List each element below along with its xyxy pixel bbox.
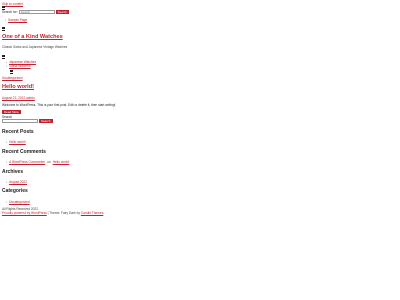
sidebar-search-form: Search xyxy=(2,119,53,123)
nav-item-sample-page: Sample Page xyxy=(5,18,27,22)
post-category-link[interactable]: Uncategorized xyxy=(2,76,23,80)
nav-link-swiss-watches[interactable]: Swiss Watches xyxy=(9,64,31,68)
secondary-nav: Japanese Watches Swiss Watches xyxy=(6,60,36,68)
category-link[interactable]: Uncategorized xyxy=(9,200,30,204)
comment-author-link[interactable]: A WordPress Commenter xyxy=(9,160,45,164)
search-label: Search for: xyxy=(2,10,18,14)
submenu-toggle-icon[interactable] xyxy=(10,70,13,74)
site-title: One of a Kind Watches xyxy=(2,34,63,41)
menu-toggle-icon[interactable] xyxy=(2,55,5,59)
sidebar-search-button[interactable]: Search xyxy=(39,119,53,123)
archive-item: August 2022 xyxy=(6,180,27,184)
theme-author-link[interactable]: Candid Themes xyxy=(81,211,103,215)
footer-end: . xyxy=(103,211,105,215)
site-tagline: Classic Swiss and Japanese Vintage Watch… xyxy=(2,45,68,49)
archives-title: Archives xyxy=(2,169,24,175)
header-search-form: Search for: Search xyxy=(2,10,70,14)
footer-separator: | Theme: Fairy Dark by xyxy=(46,211,81,215)
site-title-link[interactable]: One of a Kind Watches xyxy=(2,34,63,40)
header-search-button[interactable]: Search xyxy=(55,10,70,14)
category-item: Uncategorized xyxy=(6,200,30,204)
read-more-button[interactable]: Read More xyxy=(2,110,21,114)
skip-to-content-link[interactable]: Skip to content xyxy=(2,2,23,6)
archive-link[interactable]: August 2022 xyxy=(9,180,27,184)
nav-link-sample-page[interactable]: Sample Page xyxy=(8,18,27,22)
post-title: Hello world! xyxy=(2,84,34,91)
recent-comments-title: Recent Comments xyxy=(2,149,46,155)
comment-on-text: on xyxy=(47,160,51,164)
secondary-nav-item: Swiss Watches xyxy=(6,64,36,68)
comment-post-link[interactable]: Hello world! xyxy=(53,160,70,164)
post-excerpt: Welcome to WordPress. This is your first… xyxy=(2,103,116,107)
recent-comment-item: A WordPress Commenter on Hello world! xyxy=(6,160,69,164)
menu-toggle-icon[interactable] xyxy=(2,27,5,31)
post-title-link[interactable]: Hello world! xyxy=(2,84,34,90)
recent-posts-title: Recent Posts xyxy=(2,129,34,135)
recent-post-link[interactable]: Hello world! xyxy=(9,140,26,144)
post-meta[interactable]: August 22, 2022 admin xyxy=(2,96,35,100)
categories-title: Categories xyxy=(2,188,28,194)
recent-post-item: Hello world! xyxy=(6,140,26,144)
sidebar-search-input[interactable] xyxy=(2,119,38,123)
powered-by-link[interactable]: Proudly powered by WordPress xyxy=(2,211,47,215)
footer-credits: Proudly powered by WordPress | Theme: Fa… xyxy=(2,211,104,215)
header-search-input[interactable] xyxy=(18,10,55,14)
